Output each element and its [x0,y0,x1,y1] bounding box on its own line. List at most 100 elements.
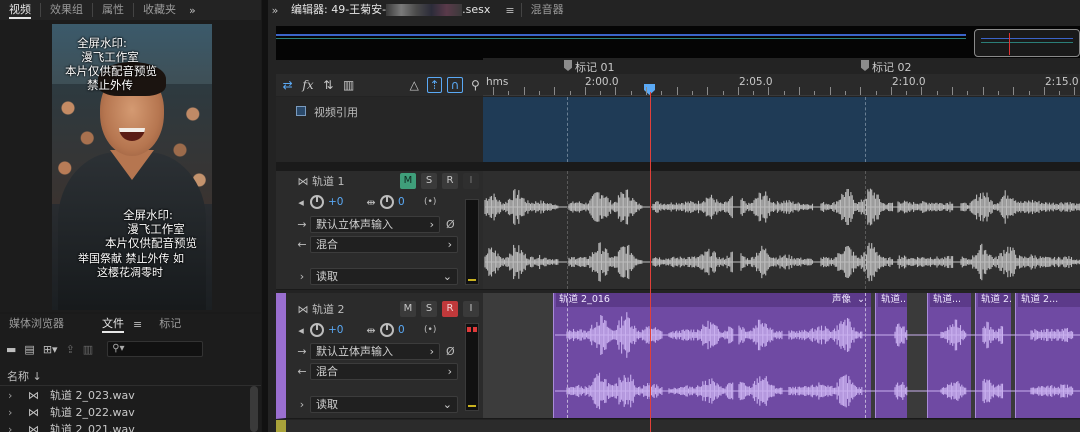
track-2-input-dropdown[interactable]: 默认立体声输入 › [310,342,440,360]
search-input[interactable]: ⚲▾ [107,341,204,357]
marker-01-flag[interactable] [564,60,572,71]
track-2-volume-value[interactable]: +0 [328,324,364,336]
track-1-pan-value[interactable]: 0 [398,196,424,208]
ruler-tick [997,91,999,95]
video-track-header: 视频引用 [276,97,483,163]
watermark-bottom-line1: 全屏水印: [123,208,173,222]
track-1-mute-button[interactable]: M [400,173,416,189]
ruler-tick [1059,91,1061,95]
expand-chevron-icon[interactable]: › [8,387,28,404]
track-1-volume-value[interactable]: +0 [328,196,364,208]
track-drag-icon[interactable]: ⋈ [294,175,312,188]
ruler-tick [768,87,770,95]
phase-invert-icon[interactable]: Ø [446,218,455,231]
tab-editor[interactable]: 编辑器: 49-王菊安- .sesx [282,0,499,20]
stereo-icon[interactable]: (•) [424,325,436,335]
tab-properties[interactable]: 属性 [93,0,133,20]
track-1-record-button[interactable]: R [442,173,458,189]
track-2-record-button[interactable]: R [442,301,458,317]
automation-expand-icon[interactable]: › [294,270,310,283]
audio-clip[interactable]: 轨道 2_016 声像 ⌄ [553,293,871,418]
track-2-lane[interactable]: 轨道 2_016 声像 ⌄ 轨道... 轨道... 轨道 2... 轨道 2..… [483,293,1080,419]
delete-icon[interactable]: ▥ [83,343,93,356]
track-1-pan-knob[interactable] [380,195,394,209]
track-1-volume-knob[interactable] [310,195,324,209]
marker-01-label[interactable]: 标记 01 [575,59,615,75]
file-row[interactable]: › ⋈ 轨道 2_022.wav [0,404,261,421]
marker-02-flag[interactable] [861,60,869,71]
ruler-tick [890,87,892,95]
ruler-tick [1074,87,1076,95]
tab-effects-rack[interactable]: 效果组 [41,0,92,20]
watermark-top-line2: 漫飞工作室 [81,50,139,64]
track-1-input-dropdown[interactable]: 默认立体声输入 › [310,215,440,233]
file-row[interactable]: › ⋈ 轨道 2_023.wav [0,387,261,404]
audio-clip[interactable]: 轨道... [927,293,971,418]
track-2-level-meter [465,323,479,411]
zoom-navigator-window[interactable] [974,29,1080,57]
track-drag-icon[interactable]: ⋈ [294,303,312,316]
snap-icon[interactable]: ⇡ [426,77,443,93]
track-1-waveform[interactable] [483,171,1080,290]
panel-menu-icon[interactable]: ≡ [133,318,142,331]
panel-overflow-icon[interactable]: » [189,4,196,17]
track-1-solo-button[interactable]: S [421,173,437,189]
name-column-header[interactable]: 名称 ↓ [0,368,261,386]
marker-02-label[interactable]: 标记 02 [872,59,912,75]
track-2-monitor-button[interactable]: I [463,301,479,317]
tab-video[interactable]: 视频 [0,0,40,20]
open-folder-icon[interactable]: ▬ [6,343,16,356]
track-1-lane[interactable] [483,171,1080,290]
search-icon: ⚲▾ [112,343,125,354]
video-preview: 全屏水印: 漫飞工作室 本片仅供配音预览 禁止外传 全屏水印: 漫飞工作室 本片… [52,24,212,310]
loop-icon[interactable]: ∩ [447,77,463,93]
expand-chevron-icon[interactable]: › [8,421,28,432]
pan-icon: ⇹ [366,195,376,209]
insert-icon[interactable]: ⇪ [66,343,75,356]
track-2-volume-knob[interactable] [310,323,324,337]
track-1-automation-dropdown[interactable]: 读取 ⌄ [310,267,458,285]
session-overview[interactable] [276,26,1080,60]
track-2-pan-knob[interactable] [380,323,394,337]
audio-clip[interactable]: 轨道... [875,293,907,418]
audio-clip[interactable]: 轨道 2... [1015,293,1080,418]
expand-chevron-icon[interactable]: › [8,404,28,421]
sends-icon[interactable]: ⇅ [321,77,336,93]
import-icon[interactable]: ▤ [24,343,34,356]
track-2-output-dropdown[interactable]: 混合 › [310,362,458,380]
video-track-lane[interactable] [483,97,1080,163]
tab-files[interactable]: 文件 [93,314,133,334]
track-1-monitor-button[interactable]: I [463,173,479,189]
file-row[interactable]: › ⋈ 轨道 2_021.wav [0,421,261,432]
track-2-pan-value[interactable]: 0 [398,324,424,336]
inputs-outputs-icon[interactable]: ⇄ [280,77,295,93]
ruler-tick [952,87,953,95]
time-ruler[interactable]: hms 2:00.0 2:05.0 2:10.0 2:15.0 [483,74,1080,96]
track-1-output-dropdown[interactable]: 混合 › [310,235,458,253]
tab-mixer[interactable]: 混音器 [522,0,573,20]
track-2-automation-dropdown[interactable]: 读取 ⌄ [310,395,458,413]
panel-overflow-icon[interactable]: » [268,4,282,17]
stereo-icon[interactable]: (•) [424,197,436,207]
metronome-icon[interactable]: △ [407,77,422,93]
playhead-line[interactable] [650,92,651,432]
track-2-solo-button[interactable]: S [421,301,437,317]
eq-icon[interactable]: ▥ [341,77,356,93]
track-1-name[interactable]: 轨道 1 [312,173,345,189]
files-scrollbar[interactable] [250,386,258,432]
tab-markers[interactable]: 标记 [150,314,190,334]
new-file-icon[interactable]: ⊞▾ [43,343,58,356]
effects-icon[interactable]: fx [300,77,315,93]
phase-invert-icon[interactable]: Ø [446,345,455,358]
tab-media-browser[interactable]: 媒体浏览器 [0,314,73,334]
automation-expand-icon[interactable]: › [294,398,310,411]
pin-icon[interactable]: ⚲ [468,77,483,93]
ruler-tick [906,91,908,95]
chevron-down-icon[interactable]: ⌄ [857,293,865,307]
ruler-tick [753,91,755,95]
audio-clip[interactable]: 轨道 2... [975,293,1011,418]
track-2-name[interactable]: 轨道 2 [312,301,345,317]
tab-favorites[interactable]: 收藏夹 [134,0,185,20]
track-2-mute-button[interactable]: M [400,301,416,317]
panel-menu-icon[interactable]: ≡ [505,4,514,17]
